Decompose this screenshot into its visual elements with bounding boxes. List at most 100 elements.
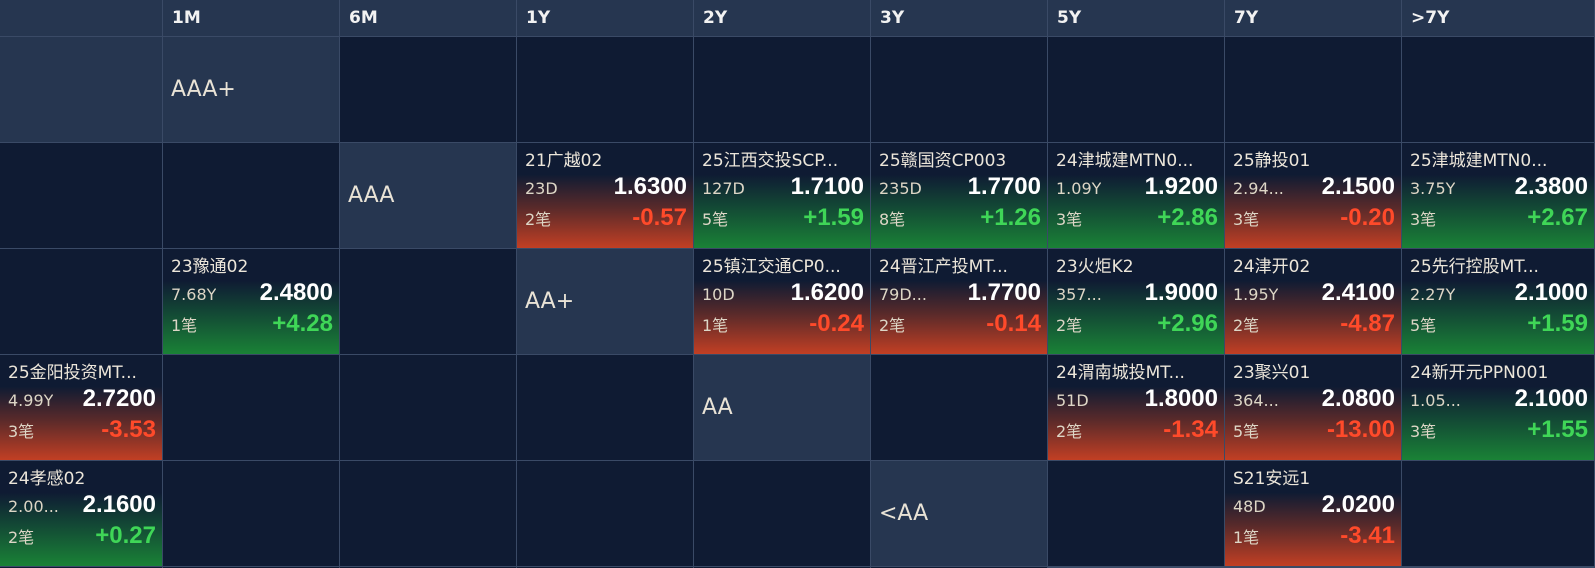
grid-cell: 24孝感02 2.00... 2.1600 2笔 +0.27 bbox=[0, 461, 162, 566]
grid-cell bbox=[1048, 37, 1224, 142]
grid-cell bbox=[0, 143, 162, 248]
trade-count: 2笔 bbox=[1233, 316, 1260, 335]
row-label-4[interactable]: <AA bbox=[871, 461, 1047, 566]
bond-trade-line: 2笔 +0.27 bbox=[8, 522, 156, 553]
yield-change: -0.57 bbox=[632, 204, 687, 231]
bond-card[interactable]: 25金阳投资MT... 4.99Y 2.7200 3笔 -3.53 bbox=[0, 355, 162, 460]
trade-count: 2笔 bbox=[1056, 422, 1083, 441]
bond-trade-line: 3笔 -3.53 bbox=[8, 416, 156, 447]
bond-term: 2.94... bbox=[1233, 179, 1284, 198]
grid-cell bbox=[163, 461, 339, 566]
row-label-2[interactable]: AA+ bbox=[517, 249, 693, 354]
grid-cell bbox=[1048, 461, 1224, 566]
grid-cell bbox=[163, 355, 339, 460]
bond-card[interactable]: S21安远1 48D 2.0200 1笔 -3.41 bbox=[1225, 461, 1401, 566]
bond-card[interactable]: 25静投01 2.94... 2.1500 3笔 -0.20 bbox=[1225, 143, 1401, 248]
row-label-0[interactable]: AAA+ bbox=[163, 37, 339, 142]
yield-change: -13.00 bbox=[1326, 416, 1395, 443]
yield-change: +2.86 bbox=[1157, 204, 1218, 231]
bond-yield-line: 1.05... 2.1000 bbox=[1410, 385, 1588, 416]
column-header-0[interactable]: 1M bbox=[163, 0, 339, 36]
bond-term: 1.05... bbox=[1410, 391, 1461, 410]
yield-change: -1.34 bbox=[1163, 416, 1218, 443]
grid-cell bbox=[340, 37, 516, 142]
yield-change: -0.24 bbox=[809, 310, 864, 337]
bond-card[interactable]: 24津开02 1.95Y 2.4100 2笔 -4.87 bbox=[1225, 249, 1401, 354]
column-header-2[interactable]: 1Y bbox=[517, 0, 693, 36]
bond-card[interactable]: 24晋江产投MT... 79D... 1.7700 2笔 -0.14 bbox=[871, 249, 1047, 354]
bond-card[interactable]: 25镇江交通CP0... 10D 1.6200 1笔 -0.24 bbox=[694, 249, 870, 354]
grid-cell bbox=[340, 355, 516, 460]
bond-yield-line: 51D 1.8000 bbox=[1056, 385, 1218, 416]
bond-card[interactable]: 25江西交投SCP... 127D 1.7100 5笔 +1.59 bbox=[694, 143, 870, 248]
grid-filler bbox=[694, 461, 870, 566]
bond-term: 23D bbox=[525, 179, 558, 198]
bond-card[interactable]: 23火炬K2 357... 1.9000 2笔 +2.96 bbox=[1048, 249, 1224, 354]
bond-yield-line: 2.27Y 2.1000 bbox=[1410, 279, 1588, 310]
bond-card[interactable]: 21广越02 23D 1.6300 2笔 -0.57 bbox=[517, 143, 693, 248]
grid-cell: 25静投01 2.94... 2.1500 3笔 -0.20 bbox=[1225, 143, 1401, 248]
grid-cell bbox=[1402, 461, 1594, 566]
bond-yield-line: 127D 1.7100 bbox=[702, 173, 864, 204]
column-header-1[interactable]: 6M bbox=[340, 0, 516, 36]
bond-card[interactable]: 25津城建MTN0... 3.75Y 2.3800 3笔 +2.67 bbox=[1402, 143, 1594, 248]
bond-term: 10D bbox=[702, 285, 735, 304]
bond-yield-line: 10D 1.6200 bbox=[702, 279, 864, 310]
bond-yield: 2.1500 bbox=[1321, 173, 1395, 200]
grid-cell: 25先行控股MT... 2.27Y 2.1000 5笔 +1.59 bbox=[1402, 249, 1594, 354]
trade-count: 2笔 bbox=[525, 210, 552, 229]
grid-cell bbox=[340, 461, 516, 566]
grid-cell: 24晋江产投MT... 79D... 1.7700 2笔 -0.14 bbox=[871, 249, 1047, 354]
bond-trade-line: 5笔 +1.59 bbox=[1410, 310, 1588, 341]
column-header-7[interactable]: >7Y bbox=[1402, 0, 1594, 36]
bond-yield: 1.8000 bbox=[1144, 385, 1218, 412]
bond-card[interactable]: 24新开元PPN001 1.05... 2.1000 3笔 +1.55 bbox=[1402, 355, 1594, 460]
grid-filler bbox=[517, 355, 693, 460]
bond-card[interactable]: 25赣国资CP003 235D 1.7700 8笔 +1.26 bbox=[871, 143, 1047, 248]
bond-yield: 2.1000 bbox=[1514, 279, 1588, 306]
yield-change: +2.67 bbox=[1527, 204, 1588, 231]
grid-cell: 24新开元PPN001 1.05... 2.1000 3笔 +1.55 bbox=[1402, 355, 1594, 460]
bond-yield-line: 4.99Y 2.7200 bbox=[8, 385, 156, 416]
yield-change: -3.41 bbox=[1340, 522, 1395, 549]
bond-yield: 2.0200 bbox=[1321, 491, 1395, 518]
bond-term: 7.68Y bbox=[171, 285, 217, 304]
bond-yield-line: 2.94... 2.1500 bbox=[1233, 173, 1395, 204]
bond-card[interactable]: 25先行控股MT... 2.27Y 2.1000 5笔 +1.59 bbox=[1402, 249, 1594, 354]
bond-trade-line: 8笔 +1.26 bbox=[879, 204, 1041, 235]
trade-count: 3笔 bbox=[8, 422, 35, 441]
grid-cell bbox=[0, 249, 162, 354]
bond-term: 127D bbox=[702, 179, 745, 198]
row-label-3[interactable]: AA bbox=[694, 355, 870, 460]
trade-count: 1笔 bbox=[171, 316, 198, 335]
bond-term: 79D... bbox=[879, 285, 927, 304]
bond-name: 25镇江交通CP0... bbox=[702, 257, 841, 277]
bond-name: 21广越02 bbox=[525, 151, 603, 171]
grid-filler bbox=[163, 143, 339, 248]
bond-card[interactable]: 24津城建MTN0... 1.09Y 1.9200 3笔 +2.86 bbox=[1048, 143, 1224, 248]
column-header-6[interactable]: 7Y bbox=[1225, 0, 1401, 36]
bond-name: 25津城建MTN0... bbox=[1410, 151, 1548, 171]
yield-change: -0.14 bbox=[986, 310, 1041, 337]
bond-term: 3.75Y bbox=[1410, 179, 1456, 198]
grid-cell: 21广越02 23D 1.6300 2笔 -0.57 bbox=[517, 143, 693, 248]
bond-yield: 1.7700 bbox=[967, 279, 1041, 306]
bond-term: 235D bbox=[879, 179, 922, 198]
row-label-1[interactable]: AAA bbox=[340, 143, 516, 248]
bond-yield-line: 357... 1.9000 bbox=[1056, 279, 1218, 310]
grid-cell bbox=[871, 355, 1047, 460]
column-header-5[interactable]: 5Y bbox=[1048, 0, 1224, 36]
grid-cell bbox=[871, 37, 1047, 142]
bond-card[interactable]: 24渭南城投MT... 51D 1.8000 2笔 -1.34 bbox=[1048, 355, 1224, 460]
bond-yield: 2.7200 bbox=[82, 385, 156, 412]
bond-card[interactable]: 23豫通02 7.68Y 2.4800 1笔 +4.28 bbox=[163, 249, 339, 354]
yield-change: +4.28 bbox=[272, 310, 333, 337]
column-header-4[interactable]: 3Y bbox=[871, 0, 1047, 36]
bond-trade-line: 3笔 +2.86 bbox=[1056, 204, 1218, 235]
bond-trade-line: 1笔 +4.28 bbox=[171, 310, 333, 341]
bond-card[interactable]: 23聚兴01 364... 2.0800 5笔 -13.00 bbox=[1225, 355, 1401, 460]
bond-yield-line: 79D... 1.7700 bbox=[879, 279, 1041, 310]
column-header-3[interactable]: 2Y bbox=[694, 0, 870, 36]
bond-name: 23聚兴01 bbox=[1233, 363, 1311, 383]
bond-card[interactable]: 24孝感02 2.00... 2.1600 2笔 +0.27 bbox=[0, 461, 162, 566]
